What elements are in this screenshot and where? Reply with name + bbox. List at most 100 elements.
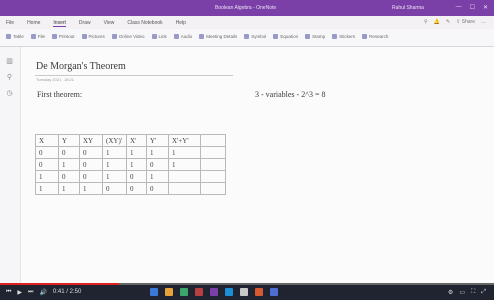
search-icon[interactable]: ⚲ [5,73,14,81]
page-title[interactable]: De Morgan's Theorem [36,61,126,72]
table-cell[interactable]: 0 [79,158,103,171]
user-name[interactable]: Rahul Sharma [392,5,424,11]
menu-bar: File Home Insert Draw View Class Noteboo… [0,16,494,29]
table-cell[interactable]: 0 [146,158,169,171]
truth-table[interactable]: X Y XY (XY)' X' Y' X'+Y' 0 0 0 1 1 1 1 0… [35,134,226,195]
play-icon[interactable]: ▶ [17,289,22,296]
next-icon[interactable]: ⏭ [28,289,33,296]
table-cell[interactable] [200,182,226,195]
history-icon[interactable]: ◷ [5,89,14,97]
table-row: 0 1 0 1 1 0 1 [35,158,226,171]
variables-note[interactable]: 3 - variables - 2^3 = 8 [255,90,325,99]
table-cell[interactable]: 0 [79,146,103,159]
ribbon-file[interactable]: File [30,34,45,39]
ribbon-table[interactable]: Table [6,34,24,39]
table-row: 1 1 1 0 0 0 [35,182,226,195]
header-x-plus-y-complement: X'+Y' [168,134,201,147]
table-row: 0 0 0 1 1 1 1 [35,146,226,159]
table-cell[interactable]: 0 [126,170,147,183]
tab-file[interactable]: File [6,20,14,27]
tab-help[interactable]: Help [176,20,186,27]
ribbon-pictures[interactable]: Pictures [81,34,105,39]
table-cell[interactable]: 0 [126,182,147,195]
table-cell[interactable]: 1 [35,182,59,195]
table-cell[interactable]: 1 [168,158,201,171]
table-cell[interactable]: 0 [146,182,169,195]
tab-class-notebook[interactable]: Class Notebook [127,20,162,27]
taskbar-app-icon[interactable] [165,288,173,296]
table-cell[interactable]: 1 [168,146,201,159]
ribbon-printout[interactable]: Printout [52,34,75,39]
ribbon-pictures-label: Pictures [88,34,105,39]
settings-icon[interactable]: ⚙ [448,289,453,296]
table-cell[interactable] [168,170,201,183]
ribbon-link[interactable]: Link [151,34,167,39]
minimize-icon[interactable]: — [456,4,462,11]
taskbar-app-icon[interactable] [270,288,278,296]
table-cell[interactable]: 1 [79,182,103,195]
tab-draw[interactable]: Draw [79,20,91,27]
table-cell[interactable]: 1 [102,158,127,171]
ribbon-equation[interactable]: Equation [273,34,298,39]
ribbon-meeting-details[interactable]: Meeting Details [199,34,237,39]
ribbon-stickers[interactable]: Stickers [332,34,355,39]
table-cell[interactable] [200,158,226,171]
miniplayer-icon[interactable]: ▭ [459,289,465,296]
left-rail: ▥ ⚲ ◷ [0,47,21,283]
title-bar: Boolean Algebra - OneNote Rahul Sharma —… [0,0,494,16]
table-cell[interactable]: 1 [58,182,80,195]
ribbon-audio[interactable]: Audio [173,34,192,39]
table-cell[interactable]: 0 [35,158,59,171]
table-cell[interactable]: 1 [146,170,169,183]
table-cell[interactable] [200,170,226,183]
theater-icon[interactable]: ⛶ [471,289,475,296]
more-icon[interactable]: … [481,19,486,25]
tab-insert[interactable]: Insert [53,20,66,27]
ribbon-research[interactable]: Research [362,34,388,39]
pen-icon[interactable]: ✎ [446,19,450,25]
taskbar-app-icon[interactable] [150,288,158,296]
taskbar-app-icon[interactable] [195,288,203,296]
title-divider [35,75,233,76]
bell-icon[interactable]: 🔔 [434,19,440,25]
note-page[interactable]: De Morgan's Theorem Tuesday 2021 18:21 F… [21,47,494,283]
ribbon-stamp[interactable]: Stamp [305,34,325,39]
table-cell[interactable] [168,182,201,195]
fullscreen-icon[interactable]: ⤢ [481,289,486,296]
table-cell[interactable]: 1 [102,146,127,159]
player-controls: ⏮ ▶ ⏭ 🔊 0:41 / 2:50 [6,289,81,296]
table-cell[interactable]: 0 [35,146,59,159]
taskbar-app-icon[interactable] [180,288,188,296]
ribbon-online-video[interactable]: Online Video [111,34,145,39]
ribbon-meeting-details-label: Meeting Details [206,34,238,39]
previous-icon[interactable]: ⏮ [6,289,11,296]
notebook-icon[interactable]: ▥ [5,57,14,65]
taskbar-app-icon[interactable] [255,288,263,296]
table-cell[interactable]: 1 [102,170,127,183]
share-button[interactable]: ⇪ Share [456,19,475,25]
taskbar-app-icon[interactable] [225,288,233,296]
table-cell[interactable]: 1 [146,146,169,159]
taskbar-app-icon[interactable] [210,288,218,296]
taskbar-app-icon[interactable] [240,288,248,296]
table-icon [6,34,11,39]
search-icon[interactable]: ⚲ [424,19,428,25]
table-cell[interactable]: 0 [102,182,127,195]
table-cell[interactable]: 1 [35,170,59,183]
maximize-icon[interactable]: ☐ [470,4,475,11]
table-cell[interactable]: 1 [58,158,80,171]
ribbon-symbol[interactable]: Symbol [244,34,266,39]
first-theorem-text[interactable]: First theorem: [37,90,82,99]
table-cell[interactable]: 0 [58,146,80,159]
tab-view[interactable]: View [104,20,115,27]
table-cell[interactable] [200,146,226,159]
table-cell[interactable]: 1 [126,146,147,159]
table-cell[interactable]: 1 [126,158,147,171]
volume-icon[interactable]: 🔊 [39,289,46,296]
table-cell[interactable]: 0 [79,170,103,183]
table-cell[interactable]: 0 [58,170,80,183]
window-title: Boolean Algebra - OneNote [215,5,277,11]
equation-icon [273,34,279,39]
tab-home[interactable]: Home [27,20,40,27]
close-icon[interactable]: ✕ [483,4,488,11]
